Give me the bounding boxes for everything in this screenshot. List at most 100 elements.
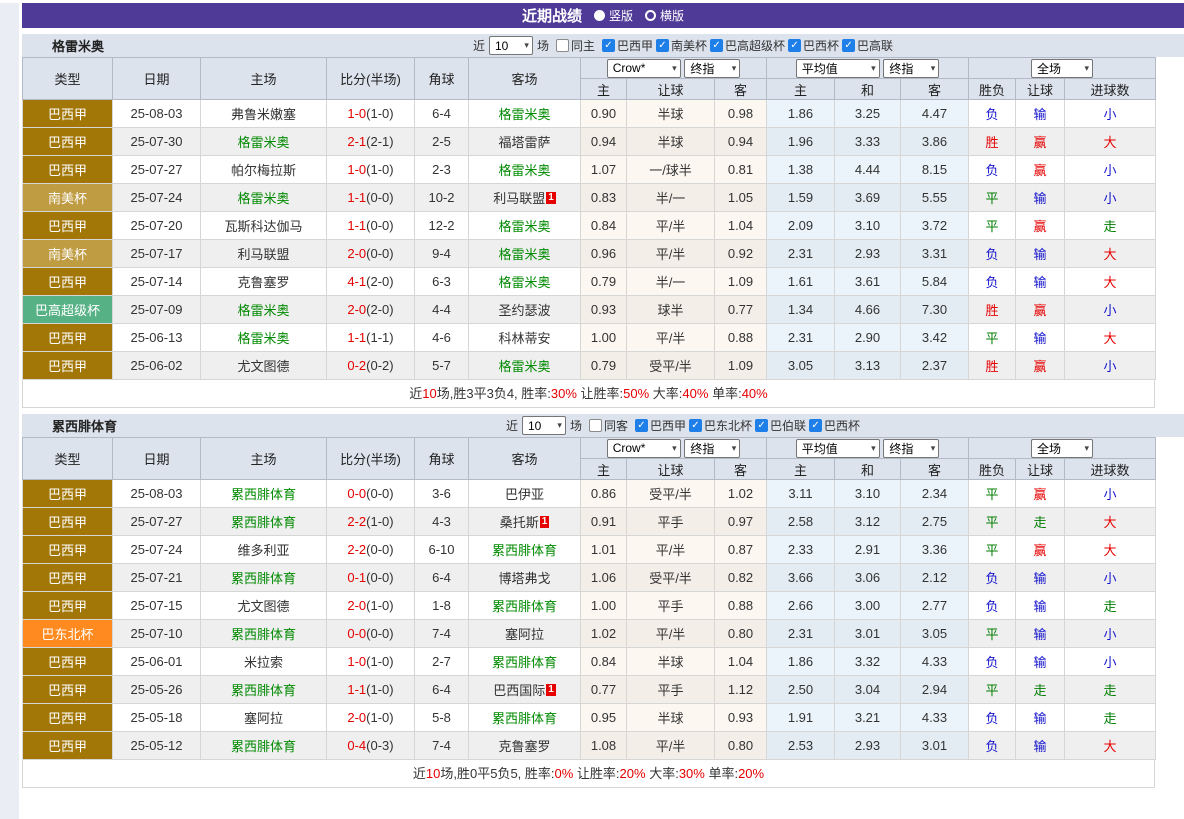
odds-company-select[interactable]: Crow*▾ [607, 439, 681, 458]
final-odds-select[interactable]: 终指▾ [684, 439, 740, 458]
league-filter[interactable]: ✓巴高超级杯 [710, 37, 785, 54]
goals-result-cell: 大 [1065, 732, 1156, 760]
home-team-name[interactable]: 累西腓体育 [231, 683, 296, 698]
league-filter[interactable]: ✓巴高联 [842, 37, 893, 54]
crow-handicap: 受平/半 [627, 564, 715, 592]
red-card-badge: 1 [546, 684, 556, 696]
league-filter[interactable]: ✓巴西杯 [788, 37, 839, 54]
home-team-name[interactable]: 格雷米奥 [237, 191, 289, 206]
away-team-name[interactable]: 累西腓体育 [492, 599, 557, 614]
home-team-name[interactable]: 累西腓体育 [231, 739, 296, 754]
radio-selected-icon[interactable] [594, 10, 605, 21]
league-filter[interactable]: ✓巴西甲 [602, 37, 653, 54]
away-team-name[interactable]: 格雷米奥 [498, 247, 550, 262]
checkbox-checked-icon[interactable]: ✓ [842, 39, 855, 52]
result-cell: 平 [969, 480, 1016, 508]
checkbox-checked-icon[interactable]: ✓ [755, 419, 768, 432]
date-cell: 25-07-30 [113, 128, 201, 156]
avg-odds-select[interactable]: 平均值▾ [796, 59, 880, 78]
league-filter[interactable]: ✓巴西甲 [635, 417, 686, 434]
away-team-name[interactable]: 累西腓体育 [492, 655, 557, 670]
radio-unselected-icon[interactable] [645, 10, 656, 21]
league-filter[interactable]: ✓巴东北杯 [689, 417, 752, 434]
avg-odds-select[interactable]: 平均值▾ [796, 439, 880, 458]
away-team-name[interactable]: 巴西国际 [493, 683, 545, 698]
home-team-name[interactable]: 米拉索 [244, 655, 283, 670]
checkbox-checked-icon[interactable]: ✓ [689, 419, 702, 432]
away-team-name[interactable]: 格雷米奥 [498, 163, 550, 178]
checkbox-checked-icon[interactable]: ✓ [602, 39, 615, 52]
home-team-name[interactable]: 累西腓体育 [231, 627, 296, 642]
sub-goals-header: 进球数 [1065, 79, 1156, 100]
summary-text: 场,胜0平5负5, 胜率: [440, 766, 554, 781]
final-odds-select-2[interactable]: 终指▾ [883, 59, 939, 78]
home-team-name[interactable]: 累西腓体育 [231, 571, 296, 586]
crow-home-odds: 1.06 [581, 564, 627, 592]
away-team-name[interactable]: 桑托斯 [500, 515, 539, 530]
date-cell: 25-07-24 [113, 184, 201, 212]
away-team-name[interactable]: 圣约瑟波 [498, 303, 550, 318]
avg-away-odds: 4.47 [901, 100, 969, 128]
final-odds-select-2[interactable]: 终指▾ [883, 439, 939, 458]
home-team-cell: 累西腓体育 [201, 564, 327, 592]
home-team-name[interactable]: 累西腓体育 [231, 515, 296, 530]
home-team-name[interactable]: 尤文图德 [237, 359, 289, 374]
away-team-name[interactable]: 格雷米奥 [498, 275, 550, 290]
final-odds-value: 终指 [690, 60, 714, 77]
home-team-name[interactable]: 格雷米奥 [237, 303, 289, 318]
fulltime-score: 0-0 [347, 486, 366, 501]
away-team-name[interactable]: 累西腓体育 [492, 711, 557, 726]
final-odds-select[interactable]: 终指▾ [684, 59, 740, 78]
checkbox-checked-icon[interactable]: ✓ [710, 39, 723, 52]
halftime-score: (2-0) [366, 302, 393, 317]
league-filter[interactable]: ✓南美杯 [656, 37, 707, 54]
checkbox-unchecked-icon[interactable] [589, 419, 602, 432]
home-team-name[interactable]: 格雷米奥 [237, 135, 289, 150]
home-team-name[interactable]: 维多利亚 [237, 543, 289, 558]
same-venue-filter[interactable]: 同主 [556, 37, 595, 54]
horizontal-view-option[interactable]: 横版 [645, 7, 684, 24]
away-team-name[interactable]: 利马联盟 [493, 191, 545, 206]
vertical-view-option[interactable]: 竖版 [594, 7, 633, 24]
recent-count-select[interactable]: 10▾ [522, 416, 566, 435]
away-team-name[interactable]: 福塔雷萨 [498, 135, 550, 150]
away-team-name[interactable]: 格雷米奥 [498, 219, 550, 234]
checkbox-checked-icon[interactable]: ✓ [809, 419, 822, 432]
away-team-cell: 累西腓体育 [469, 592, 581, 620]
home-team-name[interactable]: 克鲁塞罗 [237, 275, 289, 290]
league-filter[interactable]: ✓巴西杯 [809, 417, 860, 434]
checkbox-checked-icon[interactable]: ✓ [788, 39, 801, 52]
odds-company-select[interactable]: Crow*▾ [607, 59, 681, 78]
home-team-name[interactable]: 格雷米奥 [237, 331, 289, 346]
away-team-cell: 格雷米奥 [469, 156, 581, 184]
home-team-name[interactable]: 累西腓体育 [231, 487, 296, 502]
home-team-name[interactable]: 尤文图德 [237, 599, 289, 614]
home-team-name[interactable]: 瓦斯科达伽马 [224, 219, 302, 234]
sub-home-header: 主 [581, 79, 627, 100]
league-filter[interactable]: ✓巴伯联 [755, 417, 806, 434]
checkbox-checked-icon[interactable]: ✓ [656, 39, 669, 52]
away-team-name[interactable]: 克鲁塞罗 [498, 739, 550, 754]
away-team-name[interactable]: 累西腓体育 [492, 543, 557, 558]
away-team-name[interactable]: 科林蒂安 [498, 331, 550, 346]
away-team-name[interactable]: 格雷米奥 [498, 359, 550, 374]
away-team-name[interactable]: 博塔弗戈 [498, 571, 550, 586]
avg-home-odds: 1.59 [767, 184, 835, 212]
halftime-score: (0-3) [366, 738, 393, 753]
same-venue-filter[interactable]: 同客 [589, 417, 628, 434]
home-team-name[interactable]: 帕尔梅拉斯 [231, 163, 296, 178]
home-team-name[interactable]: 利马联盟 [237, 247, 289, 262]
home-team-name[interactable]: 弗鲁米嫩塞 [231, 107, 296, 122]
away-team-name[interactable]: 塞阿拉 [505, 627, 544, 642]
checkbox-checked-icon[interactable]: ✓ [635, 419, 648, 432]
away-team-name[interactable]: 巴伊亚 [505, 487, 544, 502]
away-team-name[interactable]: 格雷米奥 [498, 107, 550, 122]
match-scope-select[interactable]: 全场▾ [1031, 439, 1093, 458]
recent-count-select[interactable]: 10▾ [489, 36, 533, 55]
home-team-name[interactable]: 塞阿拉 [244, 711, 283, 726]
avg-away-odds: 7.30 [901, 296, 969, 324]
goals-result-cell: 小 [1065, 296, 1156, 324]
match-scope-select[interactable]: 全场▾ [1031, 59, 1093, 78]
score-cell: 1-0(1-0) [327, 648, 415, 676]
checkbox-unchecked-icon[interactable] [556, 39, 569, 52]
